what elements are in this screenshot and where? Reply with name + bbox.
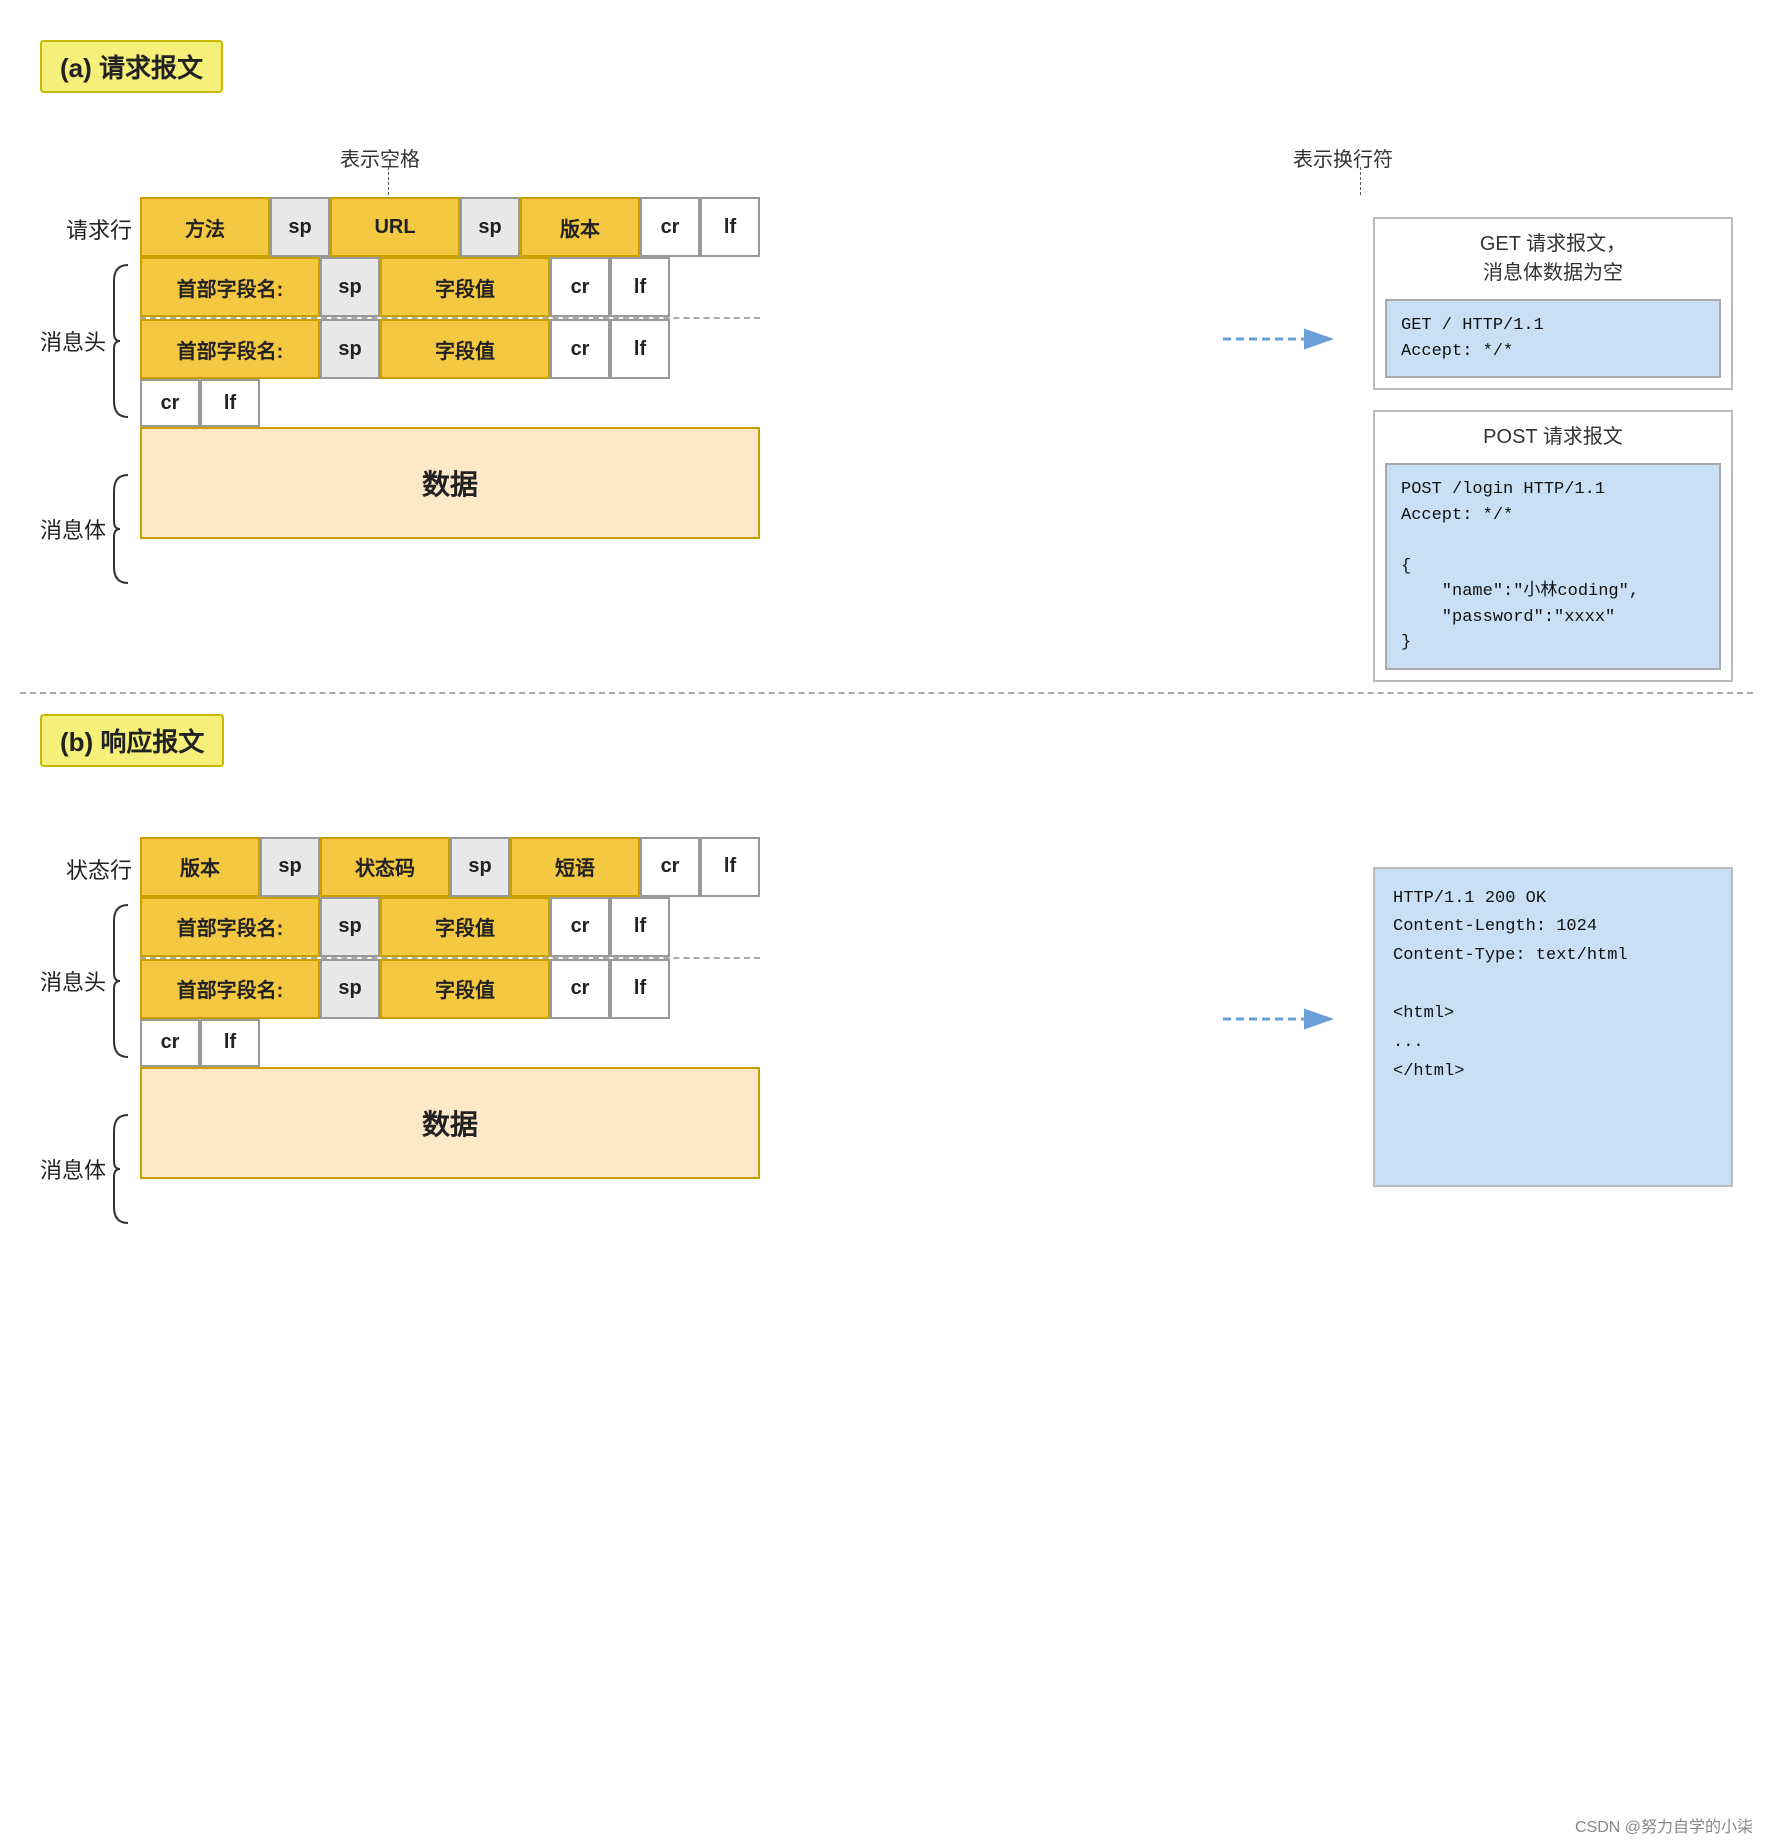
block-b-sp1: sp	[260, 837, 320, 897]
block-b-lf2: lf	[610, 897, 670, 957]
body-label-a: 消息体	[40, 513, 106, 545]
block-lf2: lf	[610, 257, 670, 317]
block-b-cr2: cr	[550, 897, 610, 957]
annot-newline-label: 表示换行符	[1293, 143, 1393, 172]
header-label-b-area: 消息头	[40, 901, 132, 1061]
block-lf1: lf	[700, 197, 760, 257]
block-header1: 首部字段名:	[140, 257, 320, 317]
header-label-b: 消息头	[40, 965, 106, 997]
get-code: GET / HTTP/1.1 Accept: */*	[1385, 299, 1721, 378]
get-example: GET 请求报文， 消息体数据为空 GET / HTTP/1.1 Accept:…	[1373, 217, 1733, 390]
blocks-b: 版本 sp 状态码 sp 短语 cr lf 首部字段名: sp 字段值 cr	[140, 837, 760, 1179]
block-b-phrase: 短语	[510, 837, 640, 897]
arrow-b	[1193, 997, 1373, 1041]
block-b-val1: 字段值	[380, 897, 550, 957]
header-row-1a: 首部字段名: sp 字段值 cr lf	[140, 257, 760, 317]
block-method: 方法	[140, 197, 270, 257]
main-container: (a) 请求报文 表示空格 表示换行符 请求行 消息头	[0, 0, 1773, 1847]
block-cr2: cr	[550, 257, 610, 317]
response-example-box: HTTP/1.1 200 OK Content-Length: 1024 Con…	[1373, 867, 1733, 1187]
post-code: POST /login HTTP/1.1 Accept: */* { "name…	[1385, 463, 1721, 670]
request-row-label: 请求行	[66, 197, 132, 261]
response-code: HTTP/1.1 200 OK Content-Length: 1024 Con…	[1393, 885, 1713, 1087]
block-val1: 字段值	[380, 257, 550, 317]
blocks-a: 方法 sp URL sp 版本 cr lf 首部字段名: sp 字段值 cr	[140, 197, 760, 539]
body-label-b-area: 消息体	[40, 1111, 132, 1227]
block-sp2: sp	[460, 197, 520, 257]
side-labels-b: 状态行 消息头 消息体	[40, 837, 140, 1227]
post-example: POST 请求报文 POST /login HTTP/1.1 Accept: *…	[1373, 410, 1733, 682]
request-line-row: 方法 sp URL sp 版本 cr lf	[140, 197, 760, 257]
block-cr1: cr	[640, 197, 700, 257]
brace-b-header	[110, 901, 132, 1061]
examples-a: GET 请求报文， 消息体数据为空 GET / HTTP/1.1 Accept:…	[1373, 217, 1733, 682]
block-lf3: lf	[610, 319, 670, 379]
block-cr3: cr	[550, 319, 610, 379]
block-sp1: sp	[270, 197, 330, 257]
block-b-status: 状态码	[320, 837, 450, 897]
header-row-2a: 首部字段名: sp 字段值 cr lf	[140, 319, 760, 379]
section-a-content: 请求行 消息头 消息体	[40, 197, 1733, 682]
block-b-lf1: lf	[700, 837, 760, 897]
diagram-a: 请求行 消息头 消息体	[40, 197, 1193, 587]
section-b-label: (b) 响应报文	[40, 714, 224, 767]
block-b-sp4: sp	[320, 959, 380, 1019]
cr-lf-row-b: cr lf	[140, 1019, 760, 1067]
header-label-a: 消息头	[40, 325, 106, 357]
annotations-a: 表示空格 表示换行符	[240, 143, 1733, 197]
annot-space-line	[388, 167, 389, 195]
block-b-cr3: cr	[550, 959, 610, 1019]
annot-newline-line	[1360, 167, 1361, 195]
block-lf4: lf	[200, 379, 260, 427]
block-b-sp2: sp	[450, 837, 510, 897]
section-b: (b) 响应报文 状态行 消息头	[20, 694, 1753, 1237]
get-title: GET 请求报文， 消息体数据为空	[1375, 219, 1731, 289]
body-label-b: 消息体	[40, 1153, 106, 1185]
block-cr4: cr	[140, 379, 200, 427]
status-line-row: 版本 sp 状态码 sp 短语 cr lf	[140, 837, 760, 897]
block-sp3: sp	[320, 257, 380, 317]
dashed-arrow-a	[1223, 317, 1343, 361]
brace-a-header	[110, 261, 132, 421]
block-b-cr4: cr	[140, 1019, 200, 1067]
block-val2: 字段值	[380, 319, 550, 379]
dashed-arrow-b	[1223, 997, 1343, 1041]
section-b-content: 状态行 消息头 消息体	[40, 837, 1733, 1227]
body-label-area: 消息体	[40, 471, 132, 587]
block-b-version: 版本	[140, 837, 260, 897]
block-b-sp3: sp	[320, 897, 380, 957]
data-block-a: 数据	[140, 427, 760, 539]
section-a: (a) 请求报文 表示空格 表示换行符 请求行 消息头	[20, 20, 1753, 694]
brace-b-body	[110, 1111, 132, 1227]
brace-a-body	[110, 471, 132, 587]
block-b-lf4: lf	[200, 1019, 260, 1067]
data-block-b: 数据	[140, 1067, 760, 1179]
block-b-header2: 首部字段名:	[140, 959, 320, 1019]
annot-space-label: 表示空格	[340, 143, 420, 172]
block-sp4: sp	[320, 319, 380, 379]
section-a-label: (a) 请求报文	[40, 40, 223, 93]
block-b-cr1: cr	[640, 837, 700, 897]
watermark: CSDN @努力自学的小柒	[1575, 1813, 1753, 1837]
example-b: HTTP/1.1 200 OK Content-Length: 1024 Con…	[1373, 867, 1733, 1187]
diagram-b: 状态行 消息头 消息体	[40, 837, 1193, 1227]
header-label-area: 消息头	[40, 261, 132, 421]
block-url: URL	[330, 197, 460, 257]
post-title: POST 请求报文	[1375, 412, 1731, 453]
block-b-lf3: lf	[610, 959, 670, 1019]
status-row-label: 状态行	[66, 837, 132, 901]
block-b-header1: 首部字段名:	[140, 897, 320, 957]
block-header2: 首部字段名:	[140, 319, 320, 379]
header-row-1b: 首部字段名: sp 字段值 cr lf	[140, 897, 760, 957]
block-b-val2: 字段值	[380, 959, 550, 1019]
arrow-a	[1193, 317, 1373, 361]
side-labels-a: 请求行 消息头 消息体	[40, 197, 140, 587]
header-row-2b: 首部字段名: sp 字段值 cr lf	[140, 959, 760, 1019]
cr-lf-row-a: cr lf	[140, 379, 760, 427]
block-version: 版本	[520, 197, 640, 257]
